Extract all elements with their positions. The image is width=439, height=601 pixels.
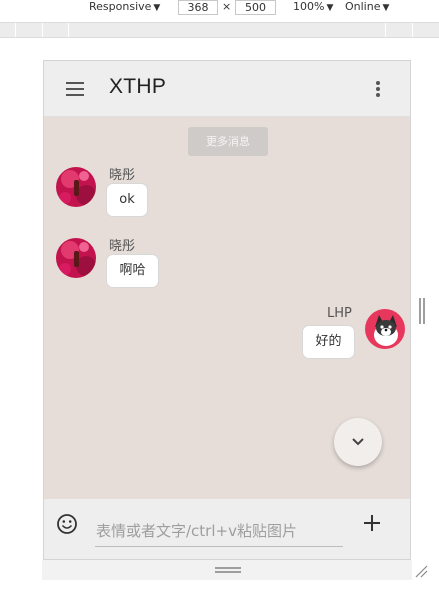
message-input[interactable]	[95, 515, 343, 547]
device-viewport: XTHP 更多消息 晓彤 ok 晓彤 啊哈 LHP 好的 表情或者文字/ctrl…	[43, 60, 411, 560]
zoom-select[interactable]: 100% ▼	[293, 0, 333, 16]
zoom-select-label: 100%	[293, 0, 325, 13]
more-vert-icon[interactable]	[366, 77, 390, 101]
chevron-down-icon	[352, 438, 364, 446]
device-select-label: Responsive	[89, 0, 152, 13]
network-select-label: Online	[345, 0, 381, 13]
zoom-dropdown-icon: ▼	[326, 3, 334, 13]
ruler-tick	[412, 23, 413, 37]
network-select[interactable]: Online ▼	[345, 0, 389, 16]
message-composer	[44, 499, 410, 559]
ruler-tick	[42, 23, 43, 37]
emoji-smile-icon[interactable]	[56, 513, 78, 535]
corner-resize-icon[interactable]	[414, 563, 428, 578]
network-dropdown-icon: ▼	[382, 3, 390, 13]
ruler-tick	[15, 23, 16, 37]
app-bar: XTHP	[44, 61, 410, 117]
right-resize-handle[interactable]	[419, 298, 425, 324]
plus-icon[interactable]	[362, 513, 382, 533]
ruler-tick	[385, 23, 386, 37]
message-bubble[interactable]: 好的	[302, 325, 355, 359]
message-bubble[interactable]: 啊哈	[106, 254, 159, 288]
ruler-tick	[68, 23, 69, 37]
avatar[interactable]	[56, 167, 96, 207]
message-bubble[interactable]: ok	[106, 183, 148, 217]
devtools-device-toolbar: Responsive ▼ 368 × 500 100% ▼ Online ▼	[0, 0, 439, 16]
sender-name: LHP	[327, 306, 352, 321]
avatar[interactable]	[56, 238, 96, 278]
bottom-resize-handle[interactable]	[215, 567, 241, 573]
device-select[interactable]: Responsive ▼	[89, 0, 160, 16]
height-input[interactable]: 500	[235, 0, 276, 15]
dimension-times-sign: ×	[222, 0, 232, 13]
page-title: XTHP	[109, 75, 167, 98]
width-input[interactable]: 368	[178, 0, 218, 15]
scroll-to-bottom-button[interactable]	[334, 418, 382, 466]
sender-name: 晓彤	[109, 168, 136, 183]
load-more-messages-button[interactable]: 更多消息	[188, 127, 268, 156]
sender-name: 晓彤	[109, 239, 136, 254]
media-query-ruler[interactable]	[0, 22, 439, 38]
device-dropdown-icon: ▼	[153, 3, 161, 13]
avatar[interactable]	[365, 309, 405, 349]
hamburger-menu-icon[interactable]	[64, 79, 88, 99]
